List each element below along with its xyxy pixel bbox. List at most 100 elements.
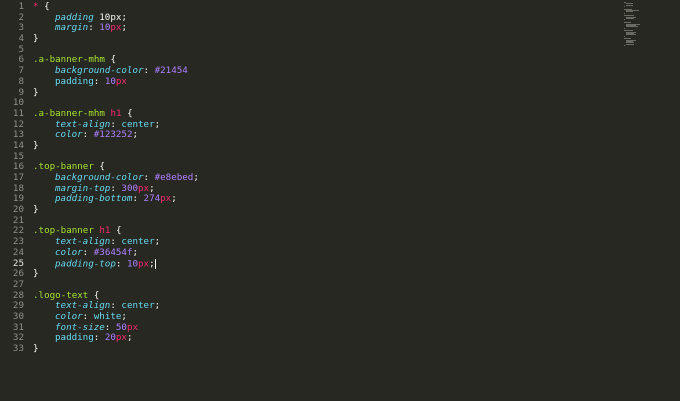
code-token: { <box>104 54 116 66</box>
code-token: ; <box>149 182 155 194</box>
code-token: text-align <box>55 300 111 312</box>
code-line[interactable]: } <box>33 139 620 152</box>
code-token: } <box>33 268 39 280</box>
code-token: margin <box>55 22 89 34</box>
code-token: h1 <box>99 225 111 237</box>
code-token: : <box>132 193 144 205</box>
code-token: px <box>110 22 122 34</box>
code-token: padding <box>55 75 94 87</box>
code-token: center <box>121 300 155 312</box>
line-number: 11 <box>12 107 24 119</box>
code-token: .a-banner-mhm <box>33 107 111 119</box>
code-token: margin-top <box>55 182 111 194</box>
code-token: text-align <box>55 118 111 130</box>
code-line[interactable]: } <box>33 86 620 99</box>
code-token: : <box>110 182 122 194</box>
code-token: px <box>138 182 150 194</box>
minimap-segment <box>624 45 625 46</box>
code-token: : <box>82 129 94 141</box>
code-token: 20 <box>104 332 116 344</box>
code-token: : <box>88 22 100 34</box>
code-token: 10 <box>99 22 111 34</box>
code-line[interactable]: } <box>33 33 620 45</box>
code-line[interactable] <box>33 152 620 163</box>
code-token: : <box>93 332 105 344</box>
code-token: } <box>33 86 39 98</box>
code-token: ; <box>154 300 161 312</box>
text-cursor <box>154 258 156 269</box>
code-line[interactable]: padding: 20px; <box>33 332 620 344</box>
code-token: : <box>104 321 116 333</box>
line-number: 8 <box>18 75 24 87</box>
code-token: ; <box>171 193 177 205</box>
code-token: px <box>115 75 127 87</box>
code-token: padding-bottom <box>55 193 133 205</box>
code-token: padding <box>55 11 94 23</box>
code-token: : <box>82 310 94 322</box>
code-token: color <box>55 246 83 258</box>
code-line[interactable]: padding: 10px <box>33 75 620 88</box>
code-token: : <box>143 172 155 183</box>
code-token: text-align <box>55 236 111 248</box>
line-number: 33 <box>12 343 24 354</box>
code-line[interactable]: } <box>33 204 620 216</box>
code-line[interactable]: padding-top: 10px; <box>33 258 620 270</box>
code-token: { <box>38 1 50 12</box>
code-token: padding <box>55 332 94 344</box>
code-token: background-color <box>55 65 144 77</box>
code-token: px <box>126 321 139 333</box>
code-token: ; <box>154 236 161 248</box>
code-line[interactable]: } <box>33 343 620 355</box>
line-number: 27 <box>12 278 24 290</box>
code-token: .a-banner-mhm <box>33 54 105 66</box>
code-editor[interactable]: 1 2 3 4 5 6 7 8 9 10 11 12 13 14 15 16 17 18 19 20 21 22 23 24 2… <box>0 0 680 401</box>
code-token: px <box>115 332 127 344</box>
code-token: ; <box>126 332 133 344</box>
code-token: center <box>121 236 155 248</box>
code-line[interactable]: padding-bottom: 274px; <box>33 194 620 205</box>
code-token: font-size <box>55 321 105 333</box>
code-token: white <box>93 310 122 322</box>
code-token: ; <box>132 129 139 141</box>
code-token: ; <box>121 310 127 322</box>
code-line[interactable] <box>33 45 620 56</box>
code-token: #36454f <box>93 246 133 258</box>
code-token: 10 <box>126 258 139 269</box>
code-token: } <box>33 204 39 216</box>
code-line[interactable]: color: #36454f; <box>33 246 620 259</box>
code-token: : <box>82 246 94 258</box>
code-token: 274 <box>143 193 161 205</box>
line-number-gutter: 1 2 3 4 5 6 7 8 9 10 11 12 13 14 15 16 17 18 19 20 21 22 23 24 2… <box>0 1 24 355</box>
line-number: 24 <box>12 246 24 258</box>
code-token: .logo-text <box>33 289 89 301</box>
code-line[interactable]: color: #123252; <box>33 129 620 141</box>
code-token: ; <box>132 246 139 258</box>
code-token: 300 <box>121 182 139 194</box>
minimap[interactable] <box>624 2 650 46</box>
code-token: : <box>93 75 105 87</box>
code-token: { <box>110 225 122 237</box>
code-token: ; <box>193 172 199 183</box>
code-line[interactable]: margin: 10px; <box>33 23 620 34</box>
minimap-line <box>624 45 650 46</box>
code-token: padding-top <box>55 258 116 269</box>
code-line[interactable] <box>33 280 620 291</box>
code-token: { <box>93 161 105 173</box>
code-token: px <box>138 258 150 269</box>
code-token: 50 <box>115 321 127 333</box>
code-line[interactable]: } <box>33 268 620 280</box>
code-token: .top-banner <box>33 161 94 173</box>
code-token: ; <box>154 118 161 130</box>
code-token: #21454 <box>154 65 188 77</box>
code-token: 10 <box>104 75 116 87</box>
code-token: #123252 <box>93 129 133 141</box>
code-token: #e8ebed <box>154 172 194 183</box>
code-token: : <box>110 236 122 248</box>
code-token: background-color <box>55 172 144 183</box>
code-token: px <box>160 193 172 205</box>
code-token: : <box>115 258 127 269</box>
code-token: } <box>33 139 39 151</box>
code-token: .top-banner <box>33 225 100 237</box>
code-token: color <box>55 129 83 141</box>
code-area[interactable]: * {padding 10px; margin: 10px;} .a-banner-… <box>33 1 620 355</box>
